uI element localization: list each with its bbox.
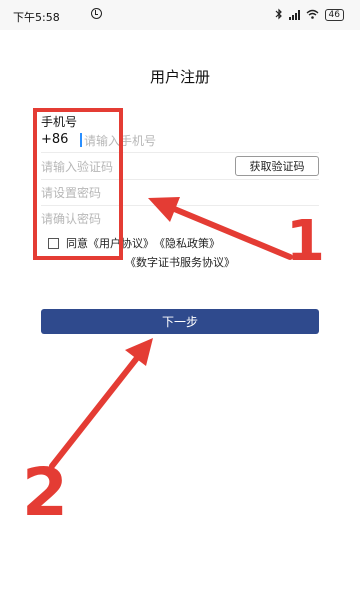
annotation-number-1: 1 [286,209,325,274]
annotation-arrow-2 [49,355,140,469]
annotation-arrow-1 [169,205,293,260]
annotation-number-2: 2 [22,454,68,531]
annotation-arrow-2-head [125,338,153,366]
